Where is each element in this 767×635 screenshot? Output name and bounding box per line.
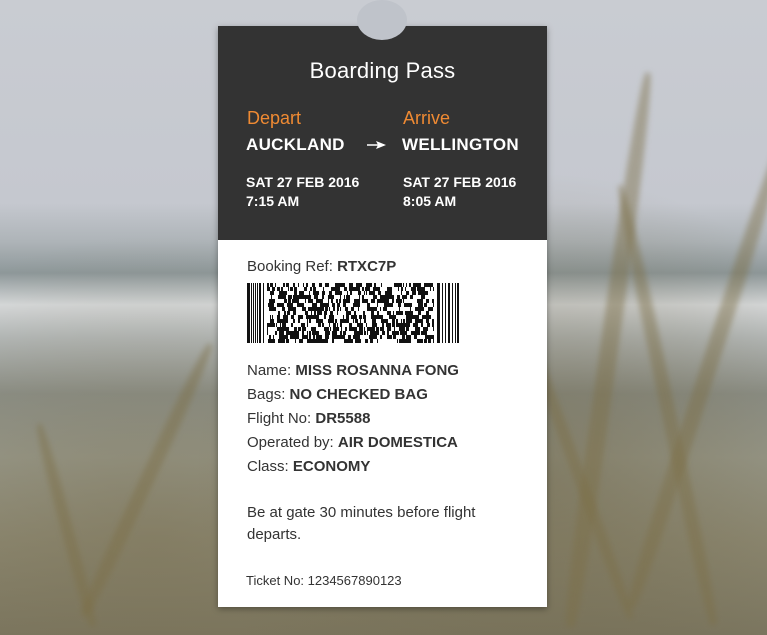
operator-value: AIR DOMESTICA [337,434,458,451]
depart-time: 7:15 AM [246,193,300,209]
bags-row: Bags: NO CHECKED BAG [247,383,459,407]
depart-label: Depart [247,108,302,128]
booking-ref-value: RTXC7P [337,258,397,275]
boarding-pass-header: Boarding Pass Depart Arrive AUCKLAND WEL… [218,0,547,240]
boarding-pass-body: Booking Ref: RTXC7P Name: MISS ROSANNA F… [218,240,547,607]
booking-ref: Booking Ref: RTXC7P [247,258,396,275]
bags-label: Bags: [247,386,286,403]
arrive-date: SAT 27 FEB 2016 [403,174,517,190]
name-label: Name: [247,362,292,379]
name-row: Name: MISS ROSANNA FONG [247,359,459,383]
booking-ref-label: Booking Ref: [247,258,333,275]
class-label: Class: [247,458,289,475]
boarding-pass-card: Boarding Pass Depart Arrive AUCKLAND WEL… [218,0,547,607]
page-title: Boarding Pass [309,58,456,83]
ticket-number: Ticket No: 1234567890123 [246,573,402,588]
plane-arrow-icon [367,141,386,149]
passenger-info: Name: MISS ROSANNA FONG Bags: NO CHECKED… [247,359,459,479]
flight-value: DR5588 [315,410,371,427]
operator-row: Operated by: AIR DOMESTICA [247,431,459,455]
name-value: MISS ROSANNA FONG [295,362,459,379]
ticket-notch [357,0,407,40]
flight-row: Flight No: DR5588 [247,407,459,431]
class-row: Class: ECONOMY [247,455,459,479]
grass-blade [33,422,99,628]
operator-label: Operated by: [247,434,334,451]
arrive-label: Arrive [403,108,451,128]
gate-note: Be at gate 30 minutes before flight depa… [247,504,476,543]
pdf417-barcode [247,283,459,343]
class-value: ECONOMY [292,458,371,475]
depart-datetime: SAT 27 FEB 2016 7:15 AM [246,173,359,211]
arrive-datetime: SAT 27 FEB 2016 8:05 AM [403,173,516,211]
depart-city: AUCKLAND [246,135,345,154]
flight-label: Flight No: [247,410,312,427]
grass-blade [77,341,217,619]
arrive-city: WELLINGTON [402,135,519,154]
depart-date: SAT 27 FEB 2016 [246,174,360,190]
bags-value: NO CHECKED BAG [289,386,428,403]
arrive-time: 8:05 AM [403,193,457,209]
